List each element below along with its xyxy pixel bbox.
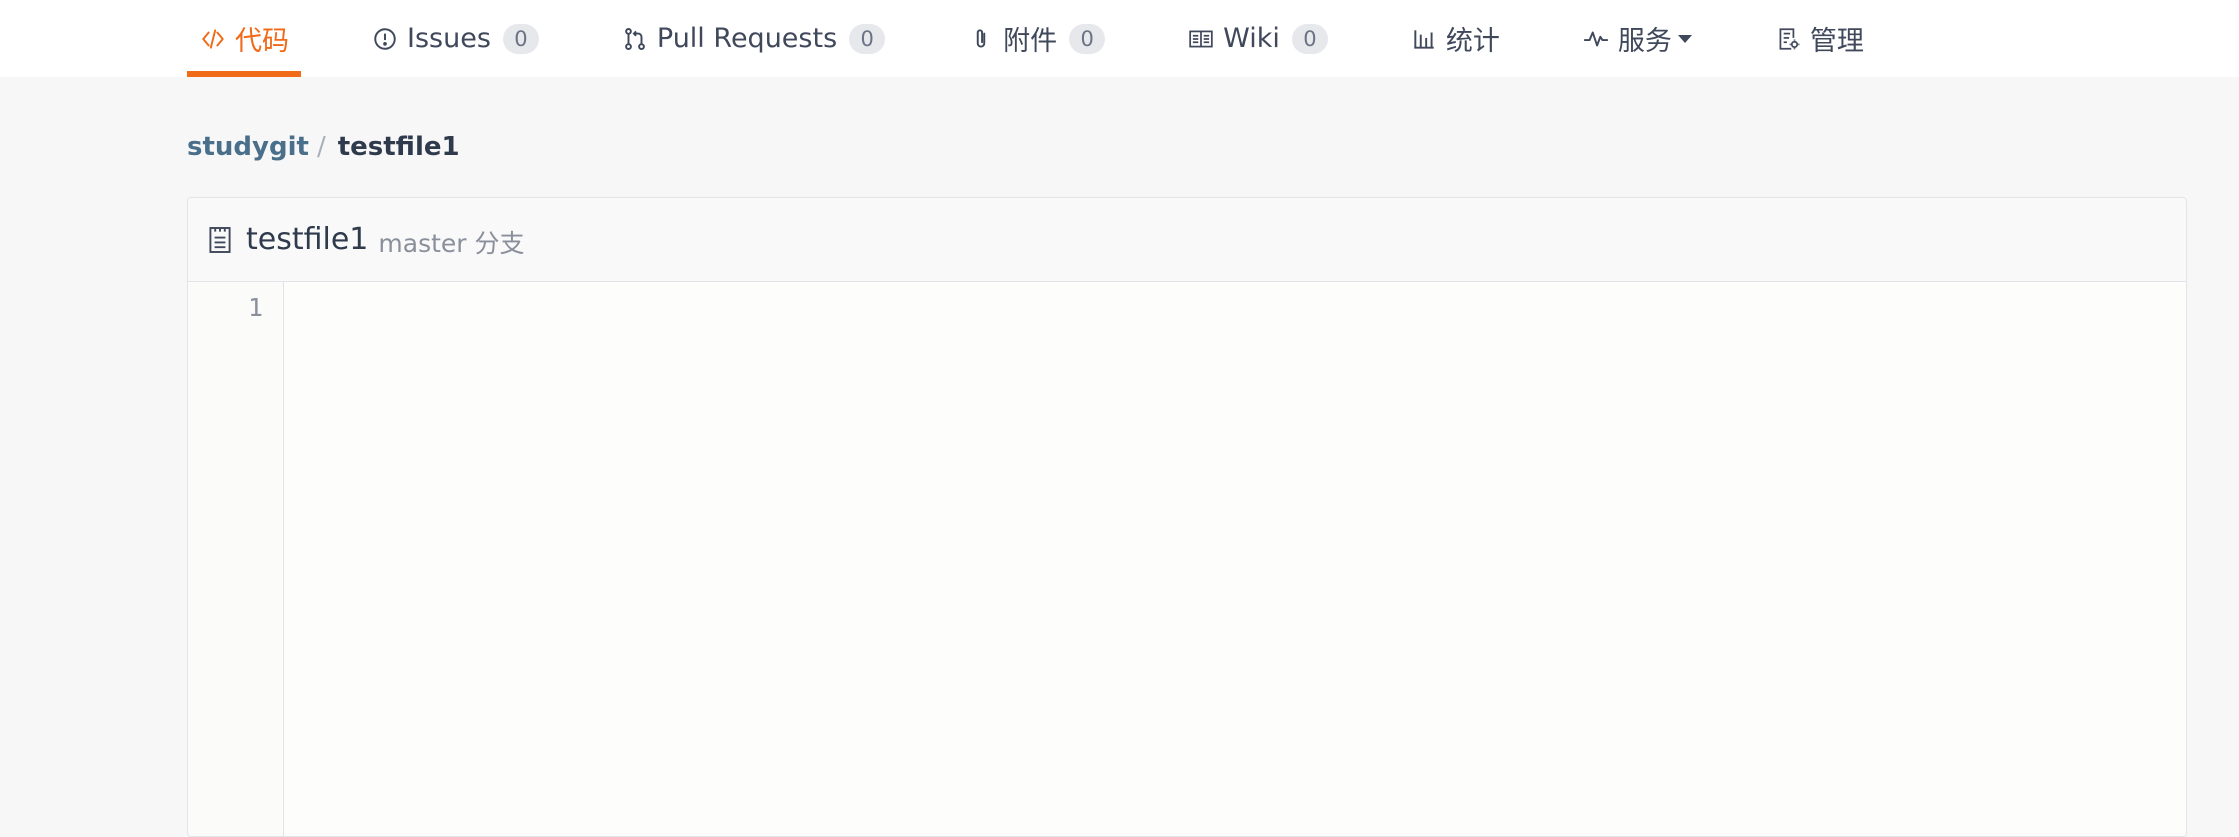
tab-pull-requests[interactable]: Pull Requests 0 <box>609 0 897 77</box>
wiki-count-badge: 0 <box>1291 23 1328 54</box>
file-header: testfile1 master 分支 <box>188 198 2186 282</box>
file-icon <box>208 223 238 257</box>
pull-requests-count-badge: 0 <box>849 23 886 54</box>
file-viewer: testfile1 master 分支 1 <box>187 197 2187 837</box>
attachments-count-badge: 0 <box>1069 23 1106 54</box>
tab-issues-label: Issues <box>407 23 491 54</box>
book-icon <box>1187 25 1215 53</box>
pulse-icon <box>1582 25 1610 53</box>
breadcrumb-separator: / <box>316 132 326 162</box>
tab-attachments[interactable]: 附件 0 <box>955 0 1117 77</box>
tab-statistics-label: 统计 <box>1445 26 1500 57</box>
tab-services-label: 服务 <box>1617 26 1672 57</box>
pull-request-icon <box>621 25 649 53</box>
tab-statistics[interactable]: 统计 <box>1398 0 1512 77</box>
tab-manage[interactable]: 管理 <box>1762 0 1876 77</box>
tab-manage-label: 管理 <box>1809 26 1864 57</box>
file-title: testfile1 <box>246 222 369 257</box>
repo-nav-bar: 代码 Issues 0 Pull Requests 0 附件 0 Wiki 0 … <box>0 0 2239 77</box>
issues-count-badge: 0 <box>502 23 539 54</box>
bar-chart-icon <box>1410 25 1438 53</box>
issue-icon <box>371 25 399 53</box>
breadcrumb: studygit / testfile1 <box>187 132 460 162</box>
tab-pull-requests-label: Pull Requests <box>656 23 838 54</box>
chevron-down-icon <box>1677 34 1692 43</box>
tab-issues[interactable]: Issues 0 <box>359 0 551 77</box>
tab-code-label: 代码 <box>235 26 289 57</box>
line-number-gutter: 1 <box>188 282 284 836</box>
tab-attachments-label: 附件 <box>1003 26 1058 57</box>
code-icon <box>199 25 227 53</box>
paperclip-icon <box>967 25 995 53</box>
tab-wiki-label: Wiki <box>1223 23 1280 54</box>
line-number[interactable]: 1 <box>188 290 263 326</box>
branch-label: master 分支 <box>378 228 525 258</box>
tab-code[interactable]: 代码 <box>187 0 301 77</box>
breadcrumb-current-file: testfile1 <box>337 132 460 162</box>
code-area: 1 <box>188 282 2186 836</box>
code-content[interactable] <box>284 282 2186 836</box>
tab-wiki[interactable]: Wiki 0 <box>1175 0 1340 77</box>
tab-services[interactable]: 服务 <box>1570 0 1704 77</box>
settings-doc-icon <box>1774 25 1802 53</box>
breadcrumb-repo-link[interactable]: studygit <box>187 132 309 162</box>
repo-tabs: 代码 Issues 0 Pull Requests 0 附件 0 Wiki 0 … <box>187 0 1934 77</box>
